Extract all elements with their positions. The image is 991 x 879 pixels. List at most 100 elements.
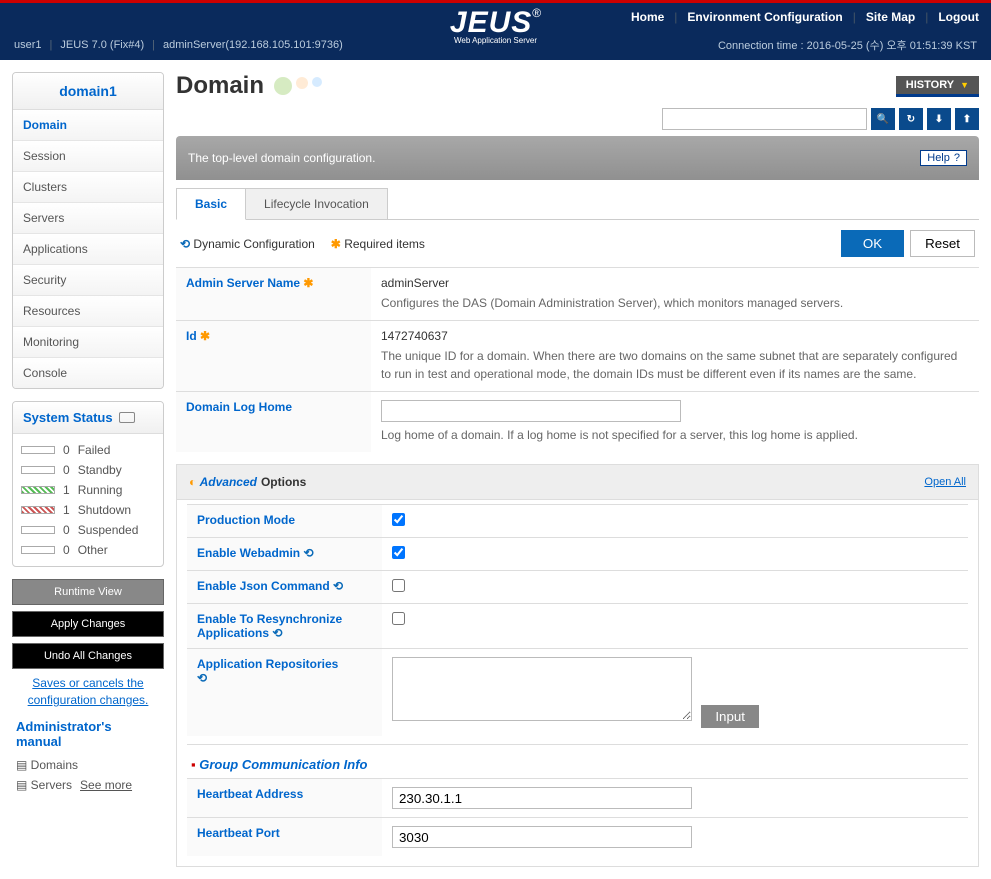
info-icon: ◐ — [189, 475, 196, 489]
page-title: Domain — [176, 72, 264, 100]
sidebar-item-domain[interactable]: Domain — [13, 110, 163, 141]
manual-domains-link[interactable]: Domains — [31, 758, 78, 772]
required-icon: ✱ — [200, 329, 210, 343]
status-icon — [119, 412, 135, 423]
reset-button[interactable]: Reset — [910, 230, 975, 257]
required-icon: ✱ — [303, 276, 313, 290]
enable-resync-apps-checkbox[interactable] — [392, 612, 405, 625]
sidebar-item-security[interactable]: Security — [13, 265, 163, 296]
sidebar-item-applications[interactable]: Applications — [13, 234, 163, 265]
search-icon[interactable]: 🔍 — [871, 108, 895, 130]
server-label: adminServer(192.168.105.101:9736) — [163, 39, 343, 51]
help-icon: ? — [954, 152, 960, 164]
input-button[interactable]: Input — [701, 705, 759, 728]
xml-export-icon[interactable]: ⬆ — [955, 108, 979, 130]
domain-log-home-desc: Log home of a domain. If a log home is n… — [381, 426, 969, 444]
id-desc: The unique ID for a domain. When there a… — [381, 347, 969, 383]
sync-icon: ⟲ — [303, 546, 313, 560]
sidebar-item-clusters[interactable]: Clusters — [13, 172, 163, 203]
status-swatch — [21, 506, 55, 514]
status-row: 1 Shutdown — [21, 500, 155, 520]
domain-log-home-input[interactable] — [381, 400, 681, 422]
history-button[interactable]: HISTORY▼ — [896, 76, 979, 97]
sync-icon: ⟲ — [272, 626, 282, 640]
sidebar-item-session[interactable]: Session — [13, 141, 163, 172]
runtime-view-button[interactable]: Runtime View — [12, 579, 164, 605]
xml-import-icon[interactable]: ⬇ — [927, 108, 951, 130]
heartbeat-port-label: Heartbeat Port — [197, 826, 280, 840]
sidebar-item-monitoring[interactable]: Monitoring — [13, 327, 163, 358]
application-repositories-label: Application Repositories — [197, 657, 338, 671]
tab-lifecycle[interactable]: Lifecycle Invocation — [245, 188, 388, 219]
heartbeat-port-input[interactable] — [392, 826, 692, 848]
sync-icon: ⟲ — [197, 671, 207, 685]
heartbeat-address-label: Heartbeat Address — [197, 787, 303, 801]
status-label: Standby — [78, 463, 122, 477]
status-count: 1 — [63, 503, 70, 517]
system-status-title: System Status — [13, 402, 163, 434]
group-communication-info-header: Group Communication Info — [187, 744, 968, 778]
status-row: 1Running — [21, 480, 155, 500]
sidebar-item-console[interactable]: Console — [13, 358, 163, 388]
domain-name-title[interactable]: domain1 — [13, 73, 163, 110]
status-swatch — [21, 466, 55, 474]
sidebar-item-resources[interactable]: Resources — [13, 296, 163, 327]
id-value: 1472740637 — [381, 329, 969, 343]
ok-button[interactable]: OK — [841, 230, 904, 257]
nav-logout[interactable]: Logout — [938, 10, 979, 24]
see-more-link[interactable]: See more — [80, 778, 132, 792]
status-label: Suspended — [78, 523, 139, 537]
action-buttons: Runtime View Apply Changes Undo All Chan… — [12, 579, 164, 709]
application-repositories-textarea[interactable] — [392, 657, 692, 721]
jeus-logo: JEUS® Web Application Server — [450, 6, 541, 45]
version-label: JEUS 7.0 (Fix#4) — [60, 39, 144, 51]
status-label: Failed — [78, 443, 111, 457]
status-label: Other — [78, 543, 108, 557]
page-description: The top-level domain configuration. — [188, 151, 375, 165]
status-row: 0 Suspended — [21, 520, 155, 540]
enable-webadmin-checkbox[interactable] — [392, 546, 405, 559]
nav-env-config[interactable]: Environment Configuration — [687, 10, 842, 24]
status-label: Shutdown — [78, 503, 131, 517]
status-count: 0 — [63, 463, 70, 477]
heartbeat-address-input[interactable] — [392, 787, 692, 809]
manual-title: Administrator's manual — [12, 709, 164, 755]
refresh-icon[interactable]: ↻ — [899, 108, 923, 130]
status-swatch — [21, 546, 55, 554]
id-label: Id — [186, 329, 197, 343]
search-input[interactable] — [662, 108, 867, 130]
status-count: 0 — [63, 523, 70, 537]
info-bar: user1| JEUS 7.0 (Fix#4)| adminServer(192… — [0, 30, 991, 60]
open-all-link[interactable]: Open All — [924, 476, 966, 488]
status-label: Running — [78, 483, 123, 497]
production-mode-checkbox[interactable] — [392, 513, 405, 526]
dynamic-config-label: Dynamic Configuration — [193, 237, 314, 251]
admin-server-name-desc: Configures the DAS (Domain Administratio… — [381, 294, 969, 312]
help-button[interactable]: Help? — [920, 150, 967, 166]
system-status-panel: System Status 0Failed0Standby1Running1Sh… — [12, 401, 164, 567]
nav-panel: domain1 Domain Session Clusters Servers … — [12, 72, 164, 389]
title-decoration — [274, 77, 322, 95]
connection-time: Connection time : 2016-05-25 (수) 오후 01:5… — [718, 37, 977, 53]
enable-json-command-checkbox[interactable] — [392, 579, 405, 592]
nav-sitemap[interactable]: Site Map — [866, 10, 915, 24]
status-swatch — [21, 526, 55, 534]
enable-json-command-label: Enable Json Command — [197, 579, 330, 593]
status-swatch — [21, 446, 55, 454]
manual-links: ▤ Domains ▤ ServersSee more — [12, 755, 164, 795]
advanced-options-header[interactable]: ◐ AdvancedOptions Open All — [176, 464, 979, 500]
book-icon: ▤ — [16, 778, 31, 792]
apply-changes-button[interactable]: Apply Changes — [12, 611, 164, 637]
status-count: 0 — [63, 543, 70, 557]
save-cancel-link[interactable]: Saves or cancels the configuration chang… — [12, 675, 164, 709]
undo-all-changes-button[interactable]: Undo All Changes — [12, 643, 164, 669]
user-label: user1 — [14, 39, 42, 51]
admin-server-name-label: Admin Server Name — [186, 276, 300, 290]
nav-home[interactable]: Home — [631, 10, 664, 24]
tab-basic[interactable]: Basic — [176, 188, 246, 220]
sidebar-item-servers[interactable]: Servers — [13, 203, 163, 234]
dynamic-config-icon: ⟲ — [180, 237, 190, 251]
manual-servers-link[interactable]: Servers — [31, 778, 72, 792]
status-row: 0Failed — [21, 440, 155, 460]
status-swatch — [21, 486, 55, 494]
